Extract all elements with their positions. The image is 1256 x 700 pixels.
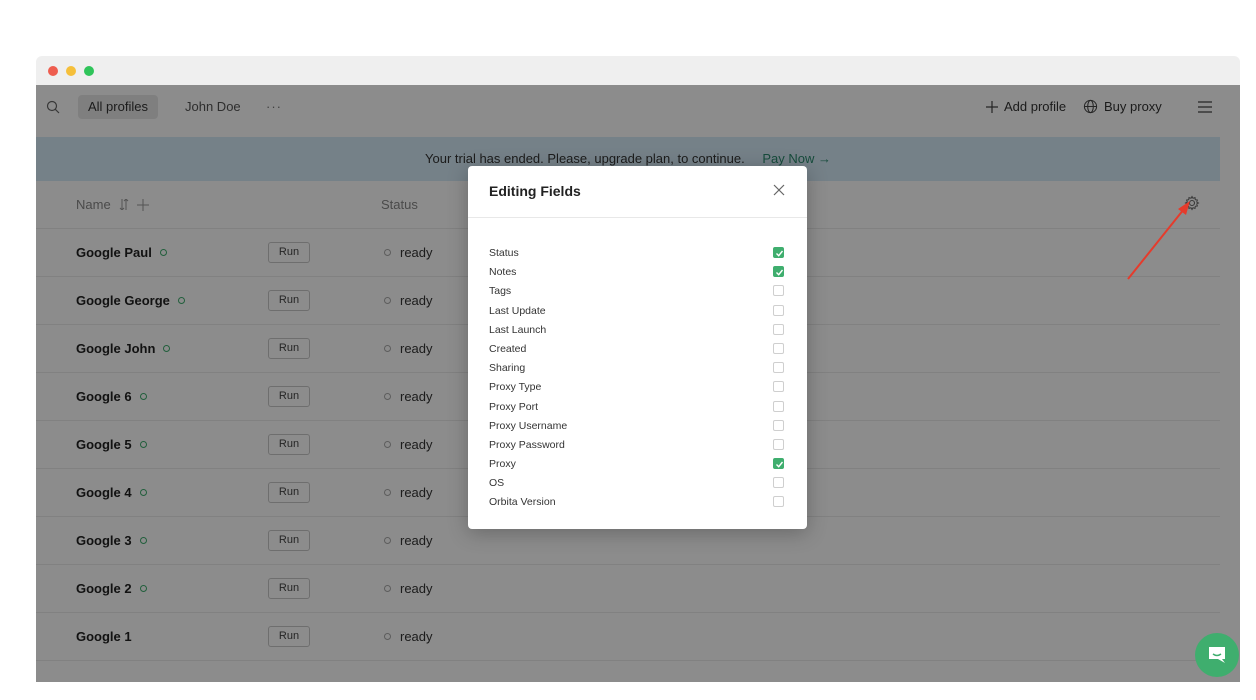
field-option[interactable]: Proxy Username — [489, 418, 786, 437]
field-label: Last Update — [489, 304, 546, 317]
check-icon — [776, 250, 784, 257]
field-checkbox[interactable] — [773, 342, 784, 354]
field-checkbox[interactable] — [773, 323, 784, 335]
title-bar — [36, 56, 1240, 85]
field-checkbox[interactable] — [773, 458, 784, 470]
field-checkbox[interactable] — [773, 381, 784, 393]
field-option[interactable]: Last Launch — [489, 322, 786, 341]
field-label: Orbita Version — [489, 496, 556, 509]
field-checkbox[interactable] — [773, 285, 784, 297]
field-label: Proxy Port — [489, 400, 539, 413]
field-option[interactable]: Created — [489, 341, 786, 360]
field-label: Proxy Username — [489, 419, 568, 432]
field-checkbox[interactable] — [773, 266, 784, 278]
field-checkbox[interactable] — [773, 419, 784, 431]
field-option[interactable]: Sharing — [489, 360, 786, 379]
field-option[interactable]: OS — [489, 475, 786, 494]
arrow-annotation-icon — [1127, 201, 1190, 280]
field-checkbox[interactable] — [773, 304, 784, 316]
check-icon — [776, 269, 784, 276]
close-icon[interactable] — [773, 183, 785, 201]
minimize-window-button[interactable] — [66, 66, 76, 76]
field-option[interactable]: Notes — [489, 264, 786, 283]
field-checkbox[interactable] — [773, 477, 784, 489]
field-label: Sharing — [489, 362, 526, 375]
field-option[interactable]: Last Update — [489, 303, 786, 322]
field-label: Created — [489, 342, 527, 355]
chat-icon — [1209, 647, 1225, 663]
field-option[interactable]: Proxy — [489, 456, 786, 475]
field-checkbox[interactable] — [773, 438, 784, 450]
close-window-button[interactable] — [48, 66, 58, 76]
field-checkbox[interactable] — [773, 496, 784, 508]
field-option[interactable]: Proxy Type — [489, 379, 786, 398]
modal-header: Editing Fields — [468, 166, 807, 218]
chat-button[interactable] — [1195, 633, 1239, 677]
editing-fields-modal: Editing Fields Status Notes Tags Last Updat… — [468, 166, 807, 529]
modal-title: Editing Fields — [489, 183, 581, 199]
field-label: Proxy Type — [489, 381, 542, 394]
field-label: OS — [489, 477, 505, 490]
field-checkbox[interactable] — [773, 362, 784, 374]
field-option[interactable]: Proxy Port — [489, 399, 786, 418]
field-checkbox[interactable] — [773, 400, 784, 412]
field-option[interactable]: Status — [489, 245, 786, 264]
maximize-window-button[interactable] — [84, 66, 94, 76]
field-option[interactable]: Proxy Password — [489, 437, 786, 456]
field-label: Status — [489, 247, 519, 259]
field-option[interactable]: Orbita Version — [489, 494, 786, 513]
field-label: Proxy — [489, 458, 516, 471]
field-label: Notes — [489, 266, 517, 279]
field-option[interactable]: Tags — [489, 283, 786, 302]
field-label: Last Launch — [489, 323, 547, 336]
fields-list: Status Notes Tags Last Update Last Launch Cre… — [489, 245, 786, 514]
check-icon — [776, 461, 784, 468]
field-label: Proxy Password — [489, 438, 565, 451]
field-label: Tags — [489, 285, 512, 298]
field-checkbox[interactable] — [773, 247, 784, 258]
